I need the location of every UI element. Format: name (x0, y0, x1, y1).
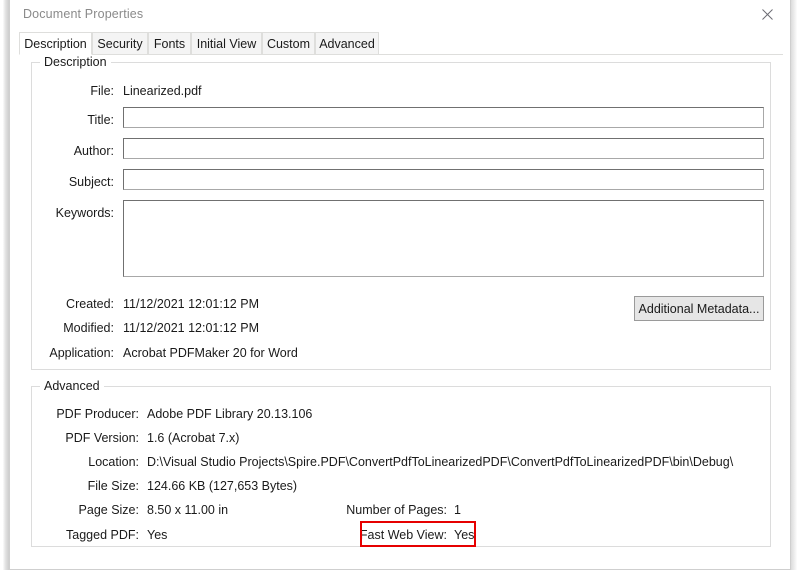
location-label: Location: (88, 455, 139, 469)
tagged-pdf-label: Tagged PDF: (66, 528, 139, 542)
tab-fonts-label: Fonts (153, 36, 186, 51)
window-shadow-right (791, 0, 800, 578)
tab-fonts[interactable]: Fonts (148, 32, 191, 55)
location-value: D:\Visual Studio Projects\Spire.PDF\Conv… (147, 455, 734, 469)
window-shadow-bottom (0, 570, 800, 578)
tab-advanced-label: Advanced (319, 36, 375, 51)
number-of-pages-value: 1 (454, 503, 461, 517)
tab-advanced[interactable]: Advanced (315, 32, 379, 55)
description-tab-panel: Description File: Linearized.pdf Title: … (19, 55, 783, 555)
fast-web-view-label: Fast Web View: (359, 528, 447, 542)
description-groupbox-title: Description (40, 55, 111, 69)
modified-value: 11/12/2021 12:01:12 PM (123, 321, 259, 335)
tab-description-label: Description (24, 36, 87, 51)
application-value: Acrobat PDFMaker 20 for Word (123, 346, 298, 360)
tab-custom-label: Custom (266, 36, 311, 51)
author-label: Author: (73, 144, 114, 158)
tab-custom[interactable]: Custom (262, 32, 315, 55)
author-input[interactable] (123, 138, 764, 159)
page-size-value: 8.50 x 11.00 in (147, 503, 229, 517)
screen: Document Properties Description Security… (0, 0, 800, 578)
title-input[interactable] (123, 107, 764, 128)
application-label: Application: (49, 346, 114, 360)
close-icon[interactable] (744, 0, 790, 29)
keywords-input[interactable] (123, 200, 764, 277)
title-label: Title: (87, 113, 114, 127)
created-label: Created: (66, 297, 114, 311)
pdf-producer-value: Adobe PDF Library 20.13.106 (147, 407, 313, 421)
document-properties-dialog: Document Properties Description Security… (9, 0, 791, 570)
created-value: 11/12/2021 12:01:12 PM (123, 297, 259, 311)
modified-label: Modified: (63, 321, 114, 335)
title-bar[interactable]: Document Properties (10, 0, 790, 31)
tab-initial-view-label: Initial View (196, 36, 257, 51)
window-title: Document Properties (23, 7, 144, 21)
tab-security[interactable]: Security (92, 32, 148, 55)
pdf-producer-label: PDF Producer: (56, 407, 139, 421)
subject-label: Subject: (68, 175, 114, 189)
additional-metadata-button[interactable]: Additional Metadata... (634, 296, 764, 321)
tab-initial-view[interactable]: Initial View (191, 32, 262, 55)
advanced-groupbox-title: Advanced (40, 379, 104, 393)
pdf-version-value: 1.6 (Acrobat 7.x) (147, 431, 240, 445)
file-value: Linearized.pdf (123, 84, 202, 98)
additional-metadata-button-label: Additional Metadata... (638, 302, 760, 316)
tab-security-label: Security (97, 36, 143, 51)
fast-web-view-value: Yes (454, 528, 475, 542)
file-size-value: 124.66 KB (127,653 Bytes) (147, 479, 298, 493)
page-size-label: Page Size: (78, 503, 139, 517)
number-of-pages-label: Number of Pages: (346, 503, 447, 517)
window-shadow-left (0, 0, 9, 578)
pdf-version-label: PDF Version: (65, 431, 139, 445)
tab-description[interactable]: Description (19, 32, 92, 55)
keywords-label: Keywords: (55, 206, 114, 220)
tab-strip: Description Security Fonts Initial View … (19, 32, 783, 55)
file-size-label: File Size: (87, 479, 139, 493)
tagged-pdf-value: Yes (147, 528, 168, 542)
file-label: File: (90, 84, 114, 98)
subject-input[interactable] (123, 169, 764, 190)
